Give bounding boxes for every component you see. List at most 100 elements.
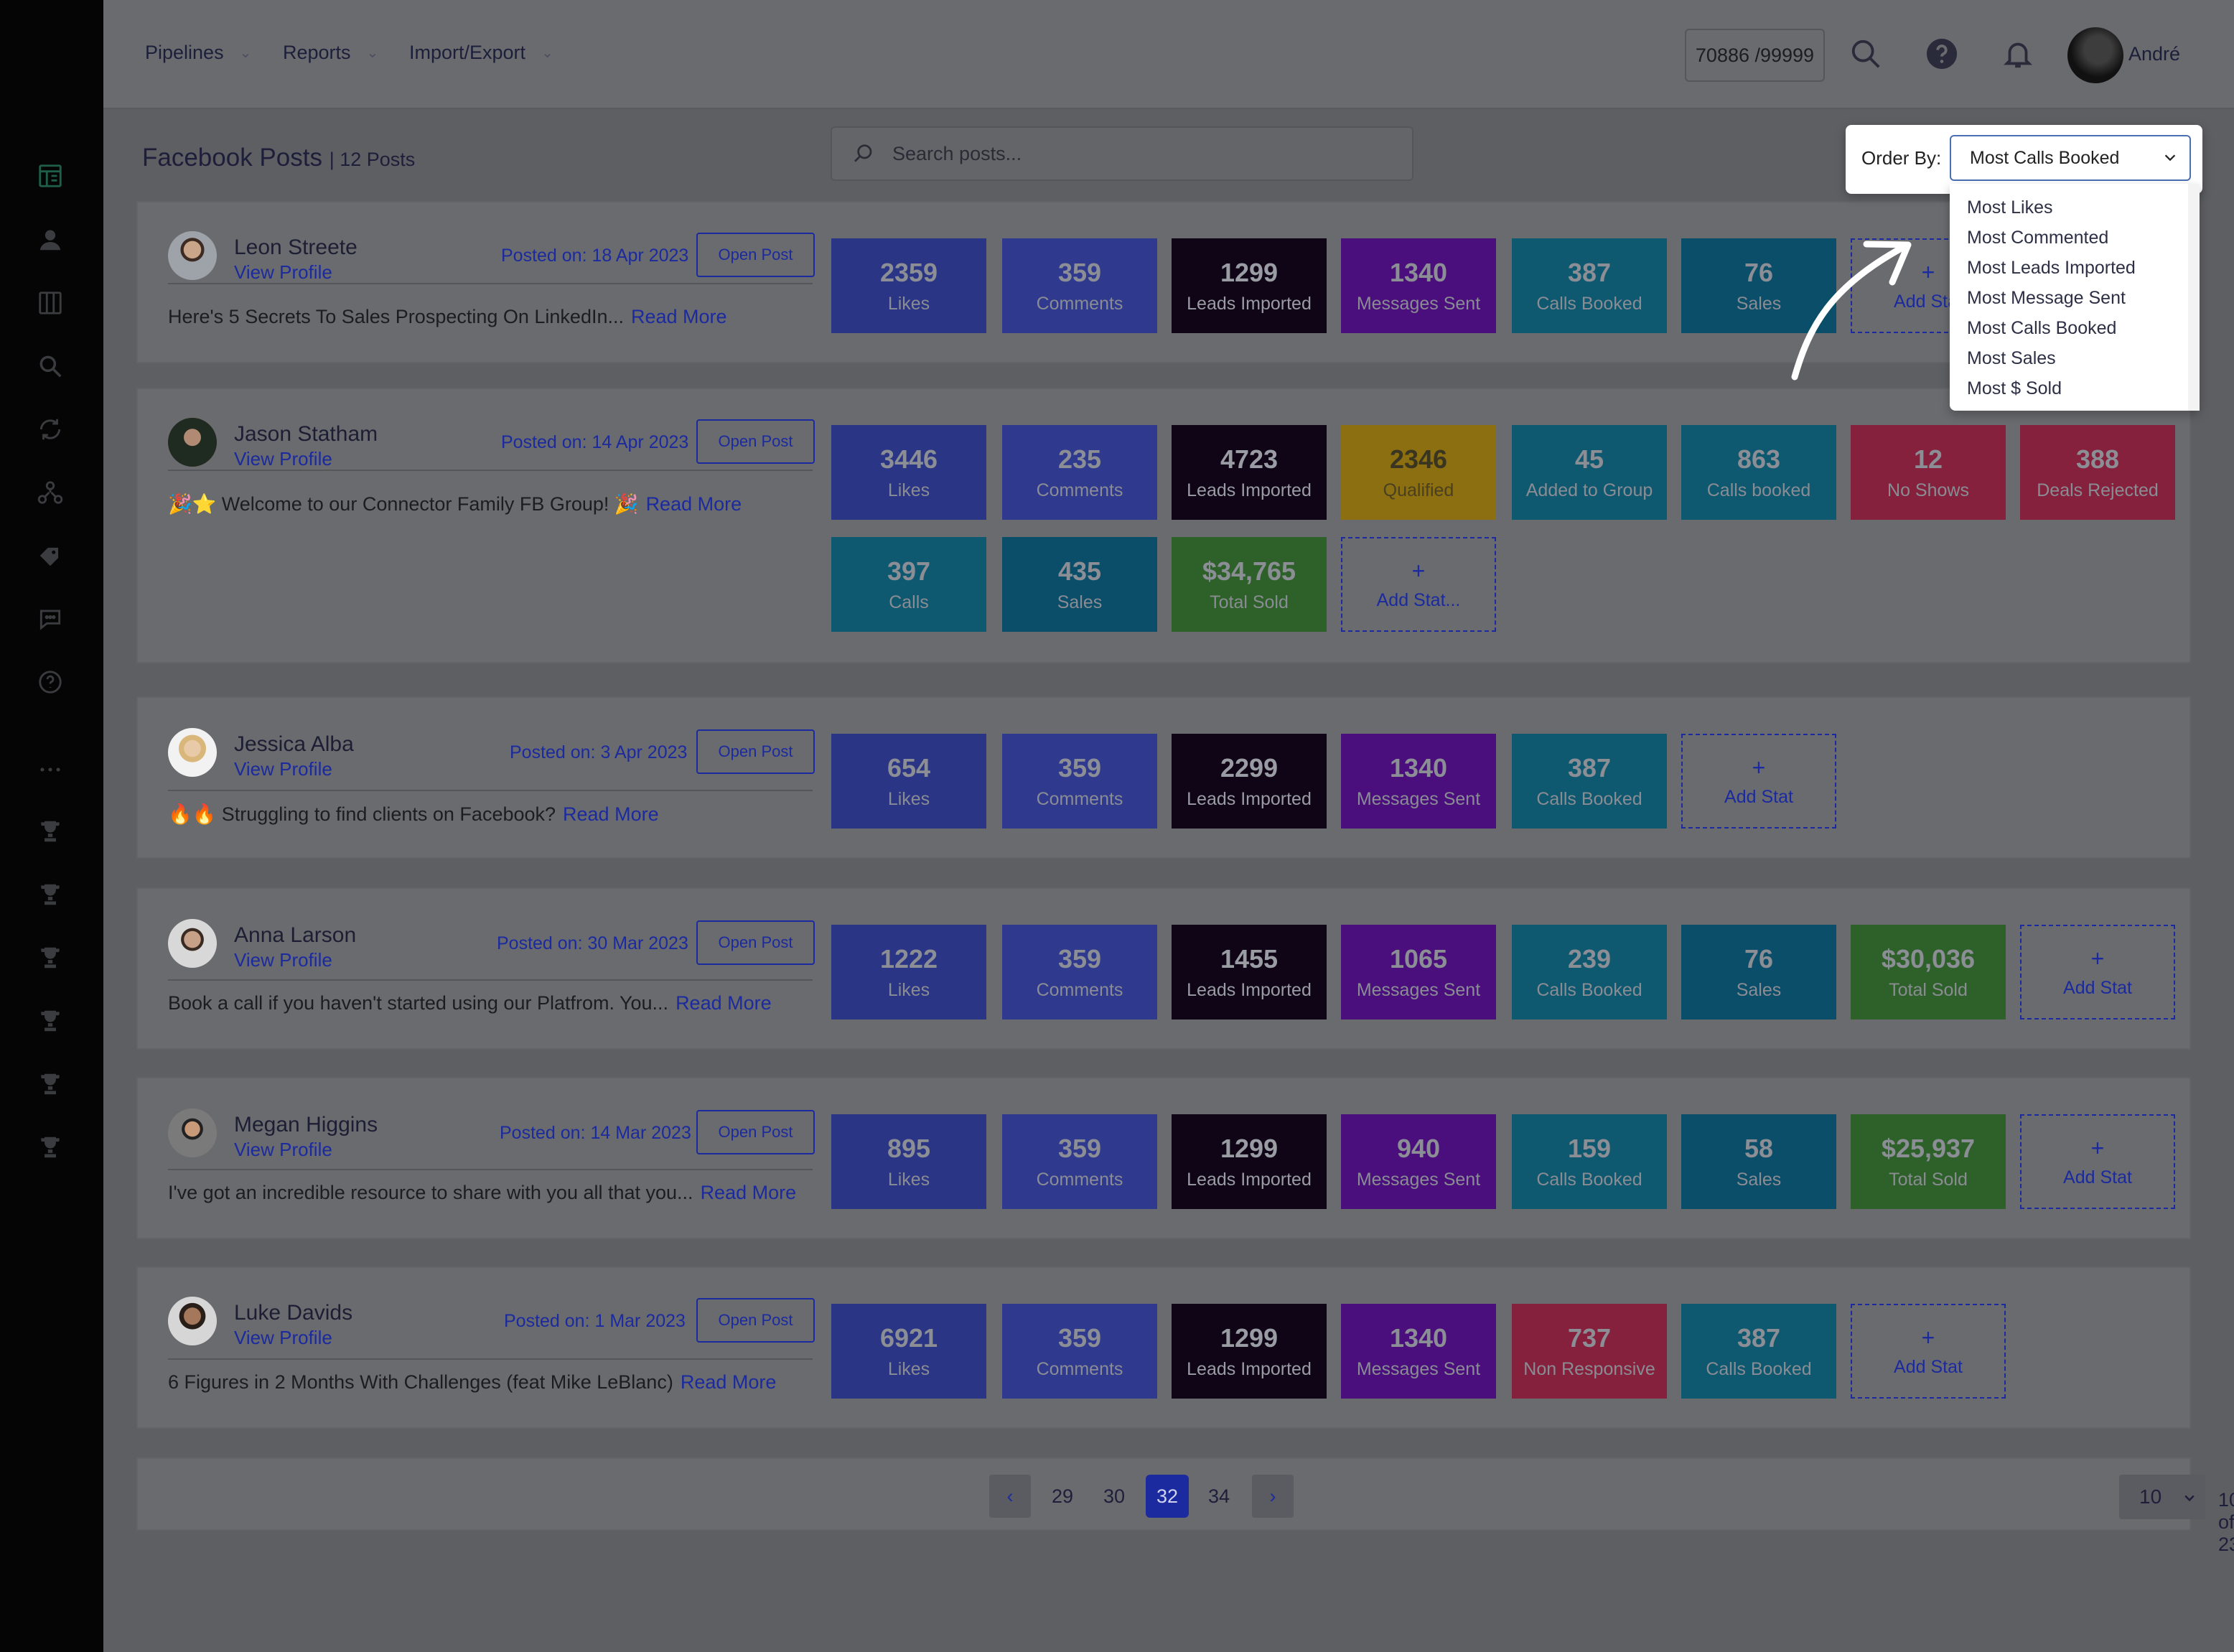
- post-text: I've got an incredible resource to share…: [168, 1182, 693, 1203]
- user-avatar[interactable]: [2067, 27, 2123, 83]
- user-icon[interactable]: [33, 223, 67, 257]
- read-more-link[interactable]: Read More: [563, 803, 659, 825]
- open-post-button[interactable]: Open Post: [696, 729, 815, 774]
- author-name: Anna Larson: [234, 923, 357, 947]
- plus-icon: +: [2090, 1135, 2105, 1161]
- add-stat-button[interactable]: + Add Stat: [1681, 734, 1836, 829]
- search-icon[interactable]: [1849, 37, 1882, 70]
- refresh-icon[interactable]: [33, 412, 67, 447]
- nav-reports[interactable]: Reports ⌄: [283, 42, 378, 64]
- open-post-button[interactable]: Open Post: [696, 920, 815, 965]
- add-stat-button[interactable]: + Add Stat...: [1341, 537, 1496, 632]
- read-more-link[interactable]: Read More: [701, 1182, 797, 1203]
- divider: [168, 470, 813, 471]
- view-profile-link[interactable]: View Profile: [234, 1327, 332, 1349]
- stat-label: Total Sold: [1889, 979, 1968, 1000]
- stat-value: 1065: [1389, 943, 1448, 974]
- add-stat-button[interactable]: + Add Stat: [2020, 1114, 2175, 1209]
- trophy-icon[interactable]: [33, 1004, 67, 1038]
- trophy-icon[interactable]: [33, 1130, 67, 1165]
- order-option[interactable]: Most Likes: [1950, 192, 2200, 223]
- add-stat-button[interactable]: + Add Stat: [1851, 1304, 2006, 1399]
- order-by-dropdown: Most Likes Most Commented Most Leads Imp…: [1950, 184, 2200, 411]
- user-name[interactable]: André: [2128, 43, 2180, 65]
- stat-value: 58: [1744, 1133, 1774, 1163]
- chevron-down-icon: ⌄: [541, 45, 553, 61]
- stat-value: 654: [887, 752, 931, 783]
- more-icon[interactable]: [33, 752, 67, 787]
- stat-tile: 159 Calls Booked: [1512, 1114, 1667, 1209]
- trophy-icon[interactable]: [33, 941, 67, 975]
- stat-tile: 940 Messages Sent: [1341, 1114, 1496, 1209]
- order-option[interactable]: Most $ Sold: [1950, 373, 2200, 403]
- view-profile-link[interactable]: View Profile: [234, 261, 332, 284]
- post-card: Jason Statham View Profile Posted on: 14 A…: [136, 388, 2191, 663]
- nav-pipelines[interactable]: Pipelines ⌄: [145, 42, 251, 64]
- order-option[interactable]: Most Message Sent: [1950, 283, 2200, 313]
- bell-icon[interactable]: [2001, 37, 2034, 70]
- help-icon[interactable]: [33, 665, 67, 699]
- author-avatar[interactable]: [168, 919, 217, 968]
- trophy-icon[interactable]: [33, 877, 67, 912]
- search-icon: [854, 144, 872, 162]
- stat-label: Calls booked: [1706, 480, 1811, 500]
- read-more-link[interactable]: Read More: [646, 493, 742, 515]
- stat-tile: 863 Calls booked: [1681, 425, 1836, 520]
- author-name: Megan Higgins: [234, 1113, 378, 1137]
- read-more-link[interactable]: Read More: [676, 992, 772, 1014]
- stat-label: Comments: [1036, 1358, 1123, 1379]
- per-page-select[interactable]: 10: [2119, 1475, 2205, 1519]
- page-link[interactable]: 30: [1094, 1475, 1134, 1518]
- page-link[interactable]: 34: [1199, 1475, 1239, 1518]
- network-icon[interactable]: [33, 475, 67, 510]
- stat-tile: 1340 Messages Sent: [1341, 1304, 1496, 1399]
- read-more-link[interactable]: Read More: [631, 306, 727, 327]
- add-stat-button[interactable]: + Add Stat: [2020, 925, 2175, 1019]
- trophy-icon[interactable]: [33, 814, 67, 849]
- nav-import-export[interactable]: Import/Export ⌄: [409, 42, 553, 64]
- search-input[interactable]: [892, 142, 1323, 165]
- view-profile-link[interactable]: View Profile: [234, 448, 332, 470]
- author-avatar[interactable]: [168, 1109, 217, 1157]
- stat-value: 1340: [1389, 257, 1448, 287]
- help-icon[interactable]: [1925, 37, 1958, 70]
- read-more-link[interactable]: Read More: [681, 1371, 777, 1393]
- post-excerpt: 🔥🔥 Struggling to find clients on Faceboo…: [168, 803, 659, 826]
- chat-icon[interactable]: [33, 602, 67, 636]
- order-option[interactable]: Most Leads Imported: [1950, 253, 2200, 283]
- trophy-icon[interactable]: [33, 1067, 67, 1101]
- page-link[interactable]: 29: [1042, 1475, 1083, 1518]
- ticket-icon[interactable]: [33, 538, 67, 573]
- next-page-button[interactable]: ›: [1252, 1475, 1294, 1518]
- open-post-button[interactable]: Open Post: [696, 419, 815, 464]
- order-by-select[interactable]: Most Calls Booked: [1950, 135, 2191, 181]
- order-option[interactable]: Most Commented: [1950, 223, 2200, 253]
- author-avatar[interactable]: [168, 1297, 217, 1345]
- stat-label: Leads Imported: [1187, 1169, 1312, 1190]
- view-profile-link[interactable]: View Profile: [234, 949, 332, 971]
- posted-date: Posted on: 14 Apr 2023: [501, 432, 689, 452]
- stat-value: 387: [1737, 1322, 1781, 1353]
- order-option[interactable]: Most Sales: [1950, 343, 2200, 373]
- dashboard-icon[interactable]: [33, 159, 67, 193]
- stat-value: 863: [1737, 444, 1781, 474]
- open-post-button[interactable]: Open Post: [696, 233, 815, 277]
- stat-value: 2299: [1220, 752, 1279, 783]
- order-option[interactable]: Most Calls Booked: [1950, 313, 2200, 343]
- author-avatar[interactable]: [168, 728, 217, 777]
- author-avatar[interactable]: [168, 231, 217, 280]
- divider: [168, 283, 813, 284]
- columns-icon[interactable]: [33, 286, 67, 320]
- view-profile-link[interactable]: View Profile: [234, 758, 332, 780]
- stat-label: Add Stat: [2063, 1167, 2132, 1187]
- dropdown-scrollbar[interactable]: [2188, 184, 2200, 411]
- post-text: Here's 5 Secrets To Sales Prospecting On…: [168, 306, 624, 327]
- open-post-button[interactable]: Open Post: [696, 1298, 815, 1343]
- prev-page-button[interactable]: ‹: [989, 1475, 1031, 1518]
- stat-label: Added to Group: [1525, 480, 1653, 500]
- search-icon[interactable]: [33, 349, 67, 383]
- page-link-active[interactable]: 32: [1146, 1475, 1189, 1518]
- open-post-button[interactable]: Open Post: [696, 1110, 815, 1154]
- author-avatar[interactable]: [168, 418, 217, 467]
- view-profile-link[interactable]: View Profile: [234, 1139, 332, 1161]
